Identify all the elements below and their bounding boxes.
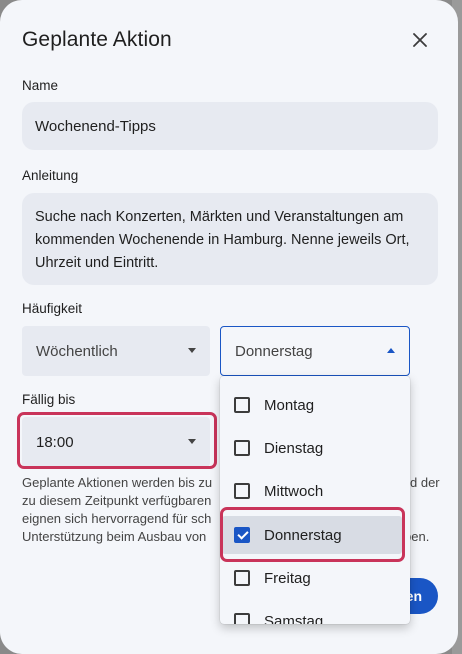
weekday-select[interactable]: Donnerstag (220, 326, 410, 376)
name-value: Wochenend-Tipps (35, 118, 156, 135)
due-label: Fällig bis (22, 392, 76, 407)
dialog-title: Geplante Aktion (22, 28, 172, 51)
chevron-down-icon (188, 348, 196, 353)
option-label: Samstag (264, 612, 324, 625)
donnerstag-highlight (220, 507, 405, 562)
name-input[interactable]: Wochenend-Tipps (22, 102, 438, 150)
option-montag[interactable]: Montag (222, 387, 402, 423)
frequency-label: Häufigkeit (22, 301, 83, 316)
option-label: Dienstag (264, 439, 324, 457)
name-label: Name (22, 78, 59, 93)
time-select-highlight (17, 412, 217, 469)
frequency-value: Wöchentlich (36, 342, 118, 360)
info-text-tail-1: d der (410, 475, 440, 490)
chevron-up-icon (387, 348, 395, 353)
option-mittwoch[interactable]: Mittwoch (222, 473, 402, 509)
close-icon (413, 33, 427, 47)
option-dienstag[interactable]: Dienstag (222, 430, 402, 466)
close-button[interactable] (404, 24, 436, 56)
option-label: Freitag (264, 569, 311, 587)
checkbox[interactable] (234, 613, 250, 624)
weekday-dropdown: Montag Dienstag Mittwoch Donnerstag Frei… (220, 376, 410, 624)
weekday-value: Donnerstag (235, 342, 313, 360)
prompt-label: Anleitung (22, 168, 79, 183)
scheduled-action-dialog: Geplante Aktion Name Wochenend-Tipps Anl… (0, 0, 458, 654)
option-label: Mittwoch (264, 482, 324, 500)
option-label: Montag (264, 396, 315, 414)
checkbox[interactable] (234, 440, 250, 456)
option-samstag[interactable]: Samstag (222, 603, 402, 624)
prompt-textarea[interactable]: Suche nach Konzerten, Märkten und Verans… (22, 193, 438, 285)
checkbox[interactable] (234, 397, 250, 413)
option-freitag[interactable]: Freitag (222, 560, 402, 596)
frequency-select[interactable]: Wöchentlich (22, 326, 210, 376)
checkbox[interactable] (234, 570, 250, 586)
checkbox[interactable] (234, 483, 250, 499)
